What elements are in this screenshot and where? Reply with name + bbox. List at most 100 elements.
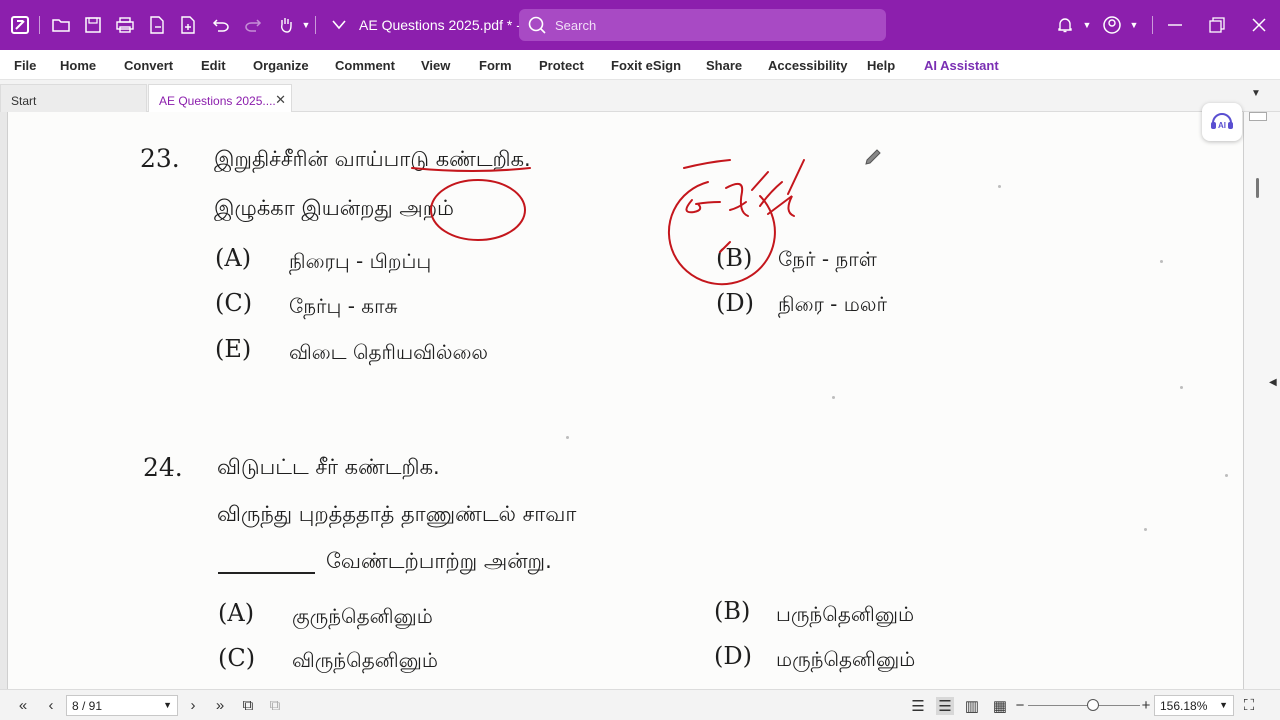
pencil-icon[interactable] <box>862 146 884 168</box>
q24-option-b-label: (B) <box>714 597 751 625</box>
first-page-icon[interactable]: « <box>14 697 32 714</box>
close-icon[interactable] <box>1248 14 1270 36</box>
separator <box>315 16 316 34</box>
chevron-down-icon[interactable]: ▼ <box>295 14 317 36</box>
question-23-text: இறுதிச்சீரின் வாய்பாடு கண்டறிக. <box>214 147 531 171</box>
menu-help[interactable]: Help <box>867 58 895 73</box>
menu-ai-assistant[interactable]: AI Assistant <box>924 58 999 73</box>
menu-file[interactable]: File <box>14 58 36 73</box>
hand-tool-icon[interactable] <box>275 14 297 36</box>
separator <box>39 16 40 34</box>
tab-list-dropdown-icon[interactable]: ▼ <box>1251 88 1261 99</box>
menu-protect[interactable]: Protect <box>539 58 584 73</box>
tab-document-label: AE Questions 2025.... <box>159 94 276 108</box>
tab-start-label: Start <box>11 94 37 108</box>
save-icon[interactable] <box>82 14 104 36</box>
search-box[interactable]: Search <box>519 9 886 41</box>
zoom-slider-handle[interactable] <box>1087 699 1099 711</box>
continuous-facing-view-icon[interactable]: ▦ <box>991 697 1009 715</box>
question-24-line3: வேண்டற்பாற்று அன்று. <box>326 549 552 573</box>
ink-annotation-layer <box>411 159 805 286</box>
page-number-value: 8 / 91 <box>72 699 103 713</box>
tab-close-icon[interactable]: ✕ <box>275 92 286 108</box>
continuous-view-icon[interactable]: ☰ <box>936 697 954 715</box>
new-document-icon[interactable] <box>177 14 199 36</box>
q24-option-a-text: குருந்தெனினும் <box>292 604 433 628</box>
zoom-level-field[interactable]: 156.18% ▼ <box>1154 695 1234 716</box>
menu-share[interactable]: Share <box>706 58 742 73</box>
minimize-icon[interactable] <box>1164 14 1186 36</box>
separator <box>1152 16 1153 34</box>
account-icon[interactable] <box>1101 14 1123 36</box>
zoom-in-icon[interactable]: + <box>1137 697 1155 714</box>
zoom-level-value: 156.18% <box>1160 699 1208 713</box>
previous-view-icon[interactable]: ⧉ <box>239 697 257 714</box>
vertical-scrollbar[interactable] <box>1244 112 1280 689</box>
chevron-down-icon[interactable]: ▼ <box>1219 700 1228 710</box>
tab-start[interactable]: Start <box>0 84 147 112</box>
pdf-page[interactable]: 23. இறுதிச்சீரின் வாய்பாடு கண்டறிக. இழுக… <box>7 112 1244 689</box>
open-folder-icon[interactable] <box>50 14 72 36</box>
q24-option-a-label: (A) <box>218 599 255 627</box>
foxit-logo-icon[interactable] <box>9 14 31 36</box>
restore-icon[interactable] <box>1206 14 1228 36</box>
export-page-icon[interactable] <box>146 14 168 36</box>
q23-option-d-label: (D) <box>716 289 754 317</box>
single-page-view-icon[interactable]: ☰ <box>909 697 927 715</box>
last-page-icon[interactable]: » <box>211 697 229 714</box>
handwriting-stroke <box>683 159 769 253</box>
q23-option-b-label: (B) <box>716 244 753 272</box>
menu-home[interactable]: Home <box>60 58 96 73</box>
menu-view[interactable]: View <box>421 58 450 73</box>
page-speckle <box>998 185 1001 188</box>
q24-option-d-label: (D) <box>714 642 752 670</box>
zoom-slider-track[interactable] <box>1028 705 1140 706</box>
ai-assistant-float-button[interactable]: AI <box>1202 103 1242 141</box>
tab-document[interactable]: AE Questions 2025.... ✕ <box>148 84 292 112</box>
page-thumbnail-indicator[interactable] <box>1249 112 1267 121</box>
next-view-icon[interactable]: ⧉ <box>266 697 284 714</box>
q23-option-e-label: (E) <box>215 335 252 363</box>
q23-option-e-text: விடை தெரியவில்லை <box>289 340 488 364</box>
question-24-number: 24. <box>143 453 183 482</box>
menu-accessibility[interactable]: Accessibility <box>768 58 848 73</box>
next-page-icon[interactable]: › <box>184 697 202 714</box>
q23-option-a-text: நிரைபு - பிறப்பு <box>289 249 432 273</box>
chevron-down-icon[interactable]: ▼ <box>1076 14 1098 36</box>
menu-bar: File Home Convert Edit Organize Comment … <box>0 50 1280 80</box>
quick-access-dropdown-icon[interactable] <box>328 14 350 36</box>
question-24-line2: விருந்து புறத்ததாத் தாணுண்டல் சாவா <box>217 502 577 526</box>
menu-convert[interactable]: Convert <box>124 58 173 73</box>
search-placeholder: Search <box>555 18 597 33</box>
menu-comment[interactable]: Comment <box>335 58 395 73</box>
collapse-panel-icon[interactable]: ◀ <box>1269 377 1277 388</box>
print-icon[interactable] <box>114 14 136 36</box>
zoom-out-icon[interactable]: − <box>1011 697 1029 714</box>
page-speckle <box>1180 386 1183 389</box>
page-number-field[interactable]: 8 / 91 ▼ <box>66 695 178 716</box>
chevron-down-icon[interactable]: ▼ <box>163 700 172 710</box>
status-bar: « ‹ 8 / 91 ▼ › » ⧉ ⧉ ☰ ☰ ▥ ▦ − + 156.18%… <box>0 689 1280 720</box>
menu-foxit-esign[interactable]: Foxit eSign <box>611 58 681 73</box>
chevron-down-icon[interactable]: ▼ <box>1123 14 1145 36</box>
undo-icon[interactable] <box>210 14 232 36</box>
document-viewport[interactable]: 23. இறுதிச்சீரின் வாய்பாடு கண்டறிக. இழுக… <box>0 103 1280 689</box>
page-speckle <box>1160 260 1163 263</box>
menu-edit[interactable]: Edit <box>201 58 226 73</box>
handwriting-stroke <box>759 159 805 217</box>
previous-page-icon[interactable]: ‹ <box>42 697 60 714</box>
q23-option-c-text: நேர்பு - காசு <box>289 294 398 318</box>
search-icon <box>528 16 546 34</box>
menu-form[interactable]: Form <box>479 58 512 73</box>
scrollbar-thumb[interactable] <box>1256 178 1259 198</box>
fullscreen-icon[interactable]: ⛶ <box>1240 697 1258 714</box>
question-23-line2: இழுக்கா இயன்றது அறம் <box>214 196 454 220</box>
q24-option-b-text: பருந்தெனினும் <box>776 602 915 626</box>
page-speckle <box>1225 474 1228 477</box>
q24-option-c-label: (C) <box>218 644 256 672</box>
tab-bar: Start AE Questions 2025.... ✕ <box>0 80 1280 112</box>
redo-icon[interactable] <box>242 14 264 36</box>
bell-icon[interactable] <box>1054 14 1076 36</box>
menu-organize[interactable]: Organize <box>253 58 309 73</box>
facing-view-icon[interactable]: ▥ <box>963 697 981 715</box>
